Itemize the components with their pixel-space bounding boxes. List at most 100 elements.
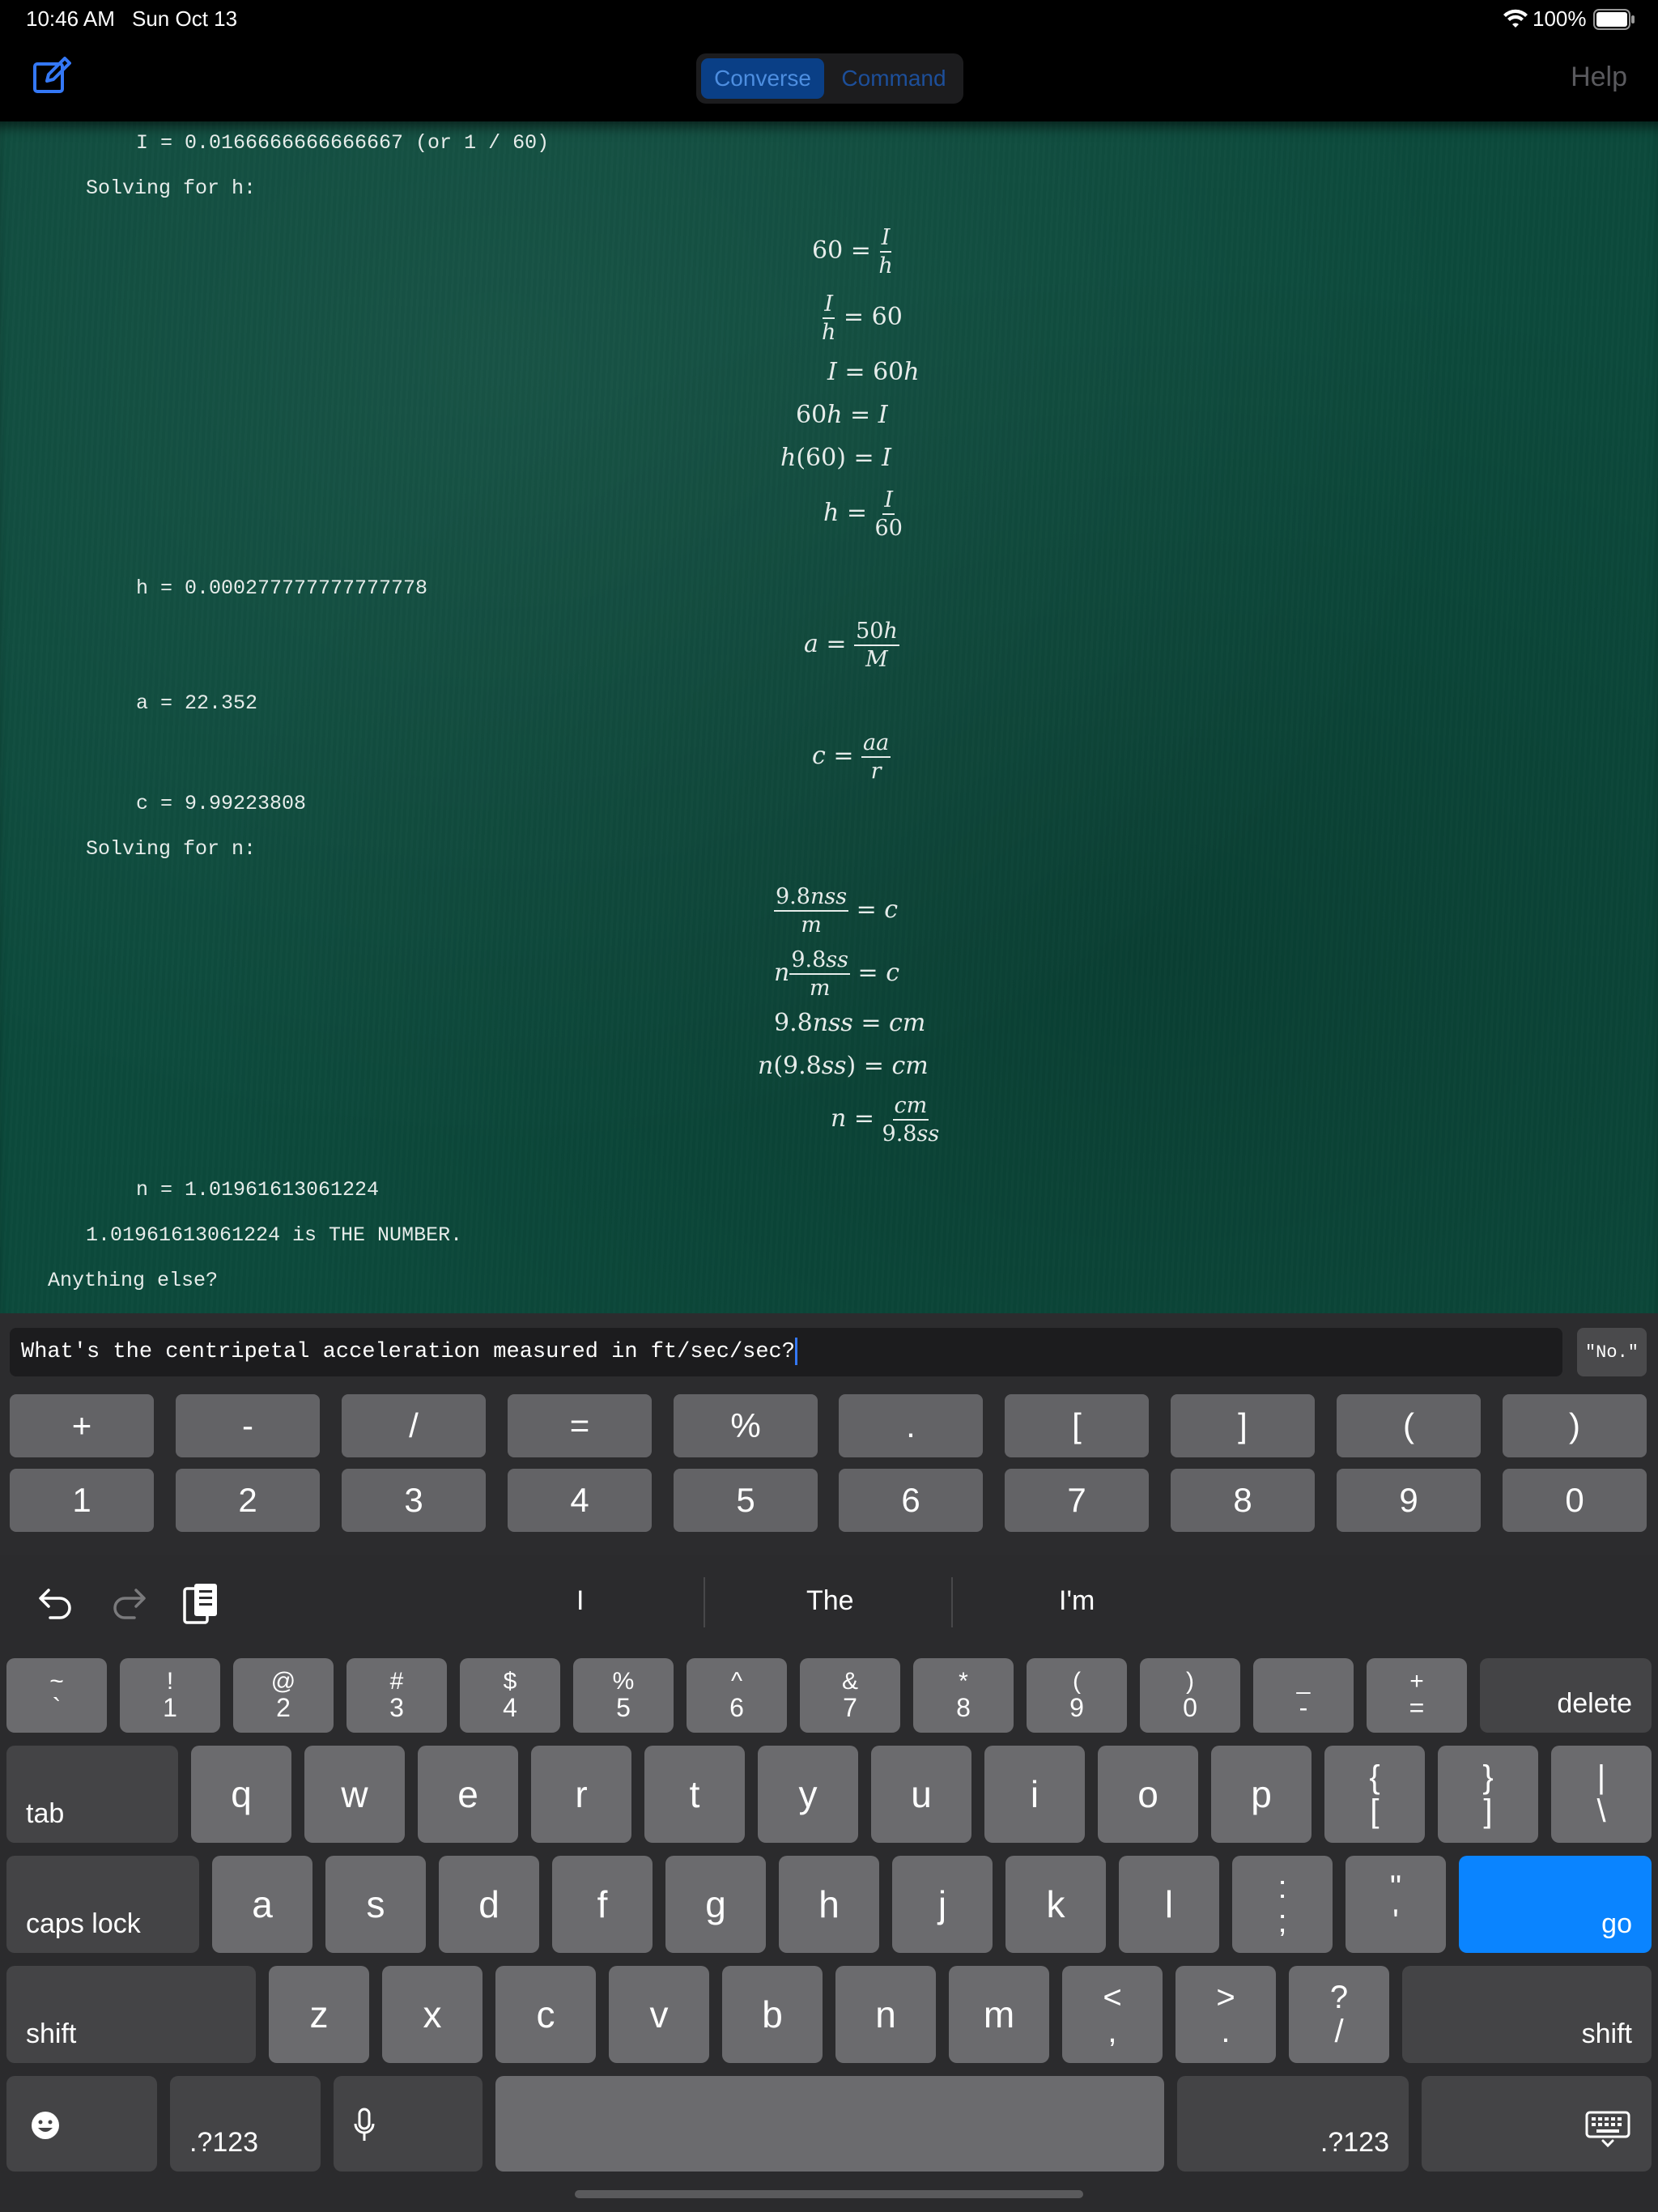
- key-c[interactable]: c: [495, 1966, 596, 2063]
- key-q[interactable]: q: [191, 1746, 291, 1843]
- suggestion[interactable]: I'm: [1059, 1585, 1095, 1617]
- key-colon[interactable]: :;: [1232, 1856, 1333, 1953]
- shift-right-key[interactable]: shift: [1402, 1966, 1652, 2063]
- key-m[interactable]: m: [949, 1966, 1049, 2063]
- key-tilde[interactable]: ~ `: [6, 1658, 107, 1733]
- key-t[interactable]: t: [644, 1746, 745, 1843]
- key-bottom-label: `: [52, 1692, 62, 1722]
- key-plus[interactable]: +: [10, 1394, 154, 1457]
- key-close-bracket[interactable]: ]: [1171, 1394, 1315, 1457]
- key-minus-shift[interactable]: _ -: [1253, 1658, 1354, 1733]
- key-u[interactable]: u: [871, 1746, 971, 1843]
- dictation-key[interactable]: [334, 2076, 483, 2172]
- key-close-paren[interactable]: ): [1503, 1394, 1647, 1457]
- key-h[interactable]: h: [779, 1856, 879, 1953]
- key-3-shift[interactable]: #3: [346, 1658, 447, 1733]
- suggestion[interactable]: The: [806, 1585, 854, 1617]
- go-key[interactable]: go: [1459, 1856, 1652, 1953]
- key-slash[interactable]: /: [342, 1394, 486, 1457]
- redo-icon[interactable]: [110, 1585, 147, 1627]
- key-4-shift[interactable]: $4: [460, 1658, 560, 1733]
- key-o[interactable]: o: [1098, 1746, 1198, 1843]
- key-g[interactable]: g: [665, 1856, 766, 1953]
- key-top-label: ": [1389, 1870, 1402, 1905]
- key-w[interactable]: w: [304, 1746, 405, 1843]
- suggestion[interactable]: I: [576, 1585, 584, 1617]
- key-1[interactable]: 1: [10, 1469, 154, 1532]
- key-a[interactable]: a: [212, 1856, 312, 1953]
- key-8[interactable]: 8: [1171, 1469, 1315, 1532]
- tab-command[interactable]: Command: [829, 58, 959, 99]
- key-s[interactable]: s: [325, 1856, 426, 1953]
- key-percent[interactable]: %: [674, 1394, 818, 1457]
- key-brace[interactable]: {[: [1324, 1746, 1425, 1843]
- key-2-shift[interactable]: @2: [233, 1658, 334, 1733]
- key-2[interactable]: 2: [176, 1469, 320, 1532]
- emoji-key[interactable]: [6, 2076, 157, 2172]
- key-comma[interactable]: <,: [1062, 1966, 1163, 2063]
- caps-lock-key[interactable]: caps lock: [6, 1856, 199, 1953]
- key-f[interactable]: f: [552, 1856, 653, 1953]
- shift-left-key[interactable]: shift: [6, 1966, 256, 2063]
- quick-reply-no-button[interactable]: "No.": [1577, 1328, 1647, 1376]
- transcript-line: h = 0.000277777777777778: [136, 576, 428, 600]
- undo-icon[interactable]: [37, 1585, 74, 1627]
- key-top-label: %: [612, 1668, 635, 1695]
- key-pipe[interactable]: | \: [1551, 1746, 1652, 1843]
- key-5-shift[interactable]: % 5: [573, 1658, 674, 1733]
- key-e[interactable]: e: [418, 1746, 518, 1843]
- delete-key[interactable]: delete: [1480, 1658, 1652, 1733]
- dismiss-keyboard-key[interactable]: [1422, 2076, 1652, 2172]
- key-7-shift[interactable]: & 7: [800, 1658, 900, 1733]
- key-r[interactable]: r: [531, 1746, 631, 1843]
- key-bottom-label: ;: [1278, 1904, 1287, 1939]
- home-indicator: [575, 2190, 1083, 2198]
- tab-key[interactable]: tab: [6, 1746, 178, 1843]
- key-5[interactable]: 5: [674, 1469, 818, 1532]
- key-1-shift[interactable]: ! 1: [120, 1658, 220, 1733]
- tab-converse[interactable]: Converse: [701, 58, 824, 99]
- key-v[interactable]: v: [609, 1966, 709, 2063]
- key-i[interactable]: i: [984, 1746, 1085, 1843]
- key-l[interactable]: l: [1119, 1856, 1219, 1953]
- key-quote[interactable]: " ': [1346, 1856, 1446, 1953]
- key-4[interactable]: 4: [508, 1469, 652, 1532]
- key-equals-shift[interactable]: + =: [1367, 1658, 1467, 1733]
- key-9-shift[interactable]: (9: [1027, 1658, 1127, 1733]
- key-3[interactable]: 3: [342, 1469, 486, 1532]
- space-bar[interactable]: [495, 2076, 1164, 2172]
- key-7[interactable]: 7: [1005, 1469, 1149, 1532]
- key-question[interactable]: ? /: [1289, 1966, 1389, 2063]
- key-6[interactable]: 6: [839, 1469, 983, 1532]
- equation: h = I 60: [823, 487, 903, 541]
- key-d[interactable]: d: [439, 1856, 539, 1953]
- key-open-paren[interactable]: (: [1337, 1394, 1481, 1457]
- message-input[interactable]: What's the centripetal acceleration meas…: [10, 1328, 1562, 1376]
- paste-icon[interactable]: [183, 1582, 219, 1630]
- key-bottom-label: 9: [1069, 1692, 1084, 1722]
- key-8-shift[interactable]: * 8: [913, 1658, 1014, 1733]
- key-minus[interactable]: -: [176, 1394, 320, 1457]
- help-button[interactable]: Help: [1571, 62, 1627, 93]
- key-close-brace[interactable]: }]: [1438, 1746, 1538, 1843]
- key-period-kbd[interactable]: >.: [1175, 1966, 1276, 2063]
- key-equals[interactable]: =: [508, 1394, 652, 1457]
- key-j[interactable]: j: [892, 1856, 993, 1953]
- key-z[interactable]: z: [269, 1966, 369, 2063]
- numbers-right-key[interactable]: .?123: [1177, 2076, 1409, 2172]
- key-6-shift[interactable]: ^ 6: [687, 1658, 787, 1733]
- key-open-bracket[interactable]: [: [1005, 1394, 1149, 1457]
- key-0-shift[interactable]: ) 0: [1140, 1658, 1240, 1733]
- key-y[interactable]: y: [758, 1746, 858, 1843]
- key-p[interactable]: p: [1211, 1746, 1312, 1843]
- key-n[interactable]: n: [835, 1966, 936, 2063]
- key-k[interactable]: k: [1005, 1856, 1106, 1953]
- compose-icon[interactable]: [32, 57, 71, 100]
- key-b[interactable]: b: [722, 1966, 823, 2063]
- key-x[interactable]: x: [382, 1966, 483, 2063]
- numbers-left-key[interactable]: .?123: [170, 2076, 321, 2172]
- key-period[interactable]: .: [839, 1394, 983, 1457]
- transcript-line: I = 0.0166666666666667 (or 1 / 60): [136, 131, 550, 155]
- key-0[interactable]: 0: [1503, 1469, 1647, 1532]
- key-9[interactable]: 9: [1337, 1469, 1481, 1532]
